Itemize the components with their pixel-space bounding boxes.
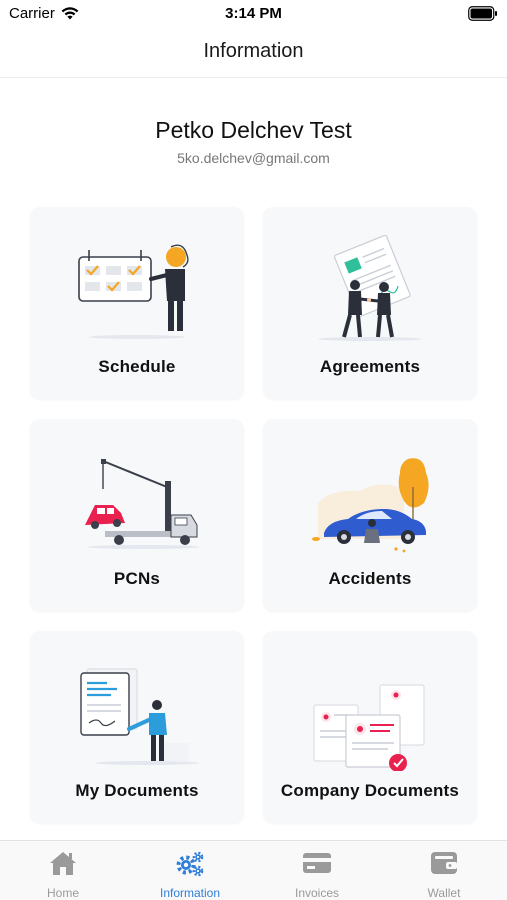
calendar-illustration-icon bbox=[78, 244, 189, 339]
car-accident-illustration-icon bbox=[312, 458, 429, 553]
card-label: Agreements bbox=[319, 357, 421, 376]
page-title: Information bbox=[203, 40, 304, 62]
navigation-bar: Information bbox=[0, 28, 507, 78]
tab-home[interactable]: Home bbox=[0, 841, 126, 900]
tab-label: Wallet bbox=[427, 886, 461, 900]
tab-label: Home bbox=[46, 886, 79, 900]
card-label: My Documents bbox=[75, 781, 199, 800]
status-bar: Carrier 3:14 PM bbox=[0, 0, 507, 28]
tab-bar: Home Information Invoices Wallet bbox=[0, 840, 507, 900]
tab-wallet[interactable]: Wallet bbox=[381, 841, 507, 900]
company-documents-illustration-icon bbox=[313, 684, 425, 771]
gears-icon bbox=[176, 851, 204, 877]
status-time: 3:14 PM bbox=[225, 5, 282, 22]
accidents-card[interactable]: Accidents bbox=[263, 419, 477, 611]
my-documents-card[interactable]: My Documents bbox=[30, 631, 244, 823]
card-icon bbox=[303, 853, 331, 873]
home-icon bbox=[50, 852, 76, 875]
document-signing-illustration-icon bbox=[80, 668, 199, 765]
battery-icon bbox=[468, 6, 497, 21]
tab-invoices[interactable]: Invoices bbox=[254, 841, 380, 900]
tab-information[interactable]: Information bbox=[127, 841, 253, 900]
profile-email: 5ko.delchev@gmail.com bbox=[177, 150, 330, 166]
schedule-card[interactable]: Schedule bbox=[30, 207, 244, 399]
pcns-card[interactable]: PCNs bbox=[30, 419, 244, 611]
tow-truck-illustration-icon bbox=[85, 459, 199, 549]
card-label: Schedule bbox=[98, 357, 176, 376]
wallet-icon bbox=[431, 852, 457, 874]
handshake-illustration-icon bbox=[318, 235, 422, 341]
company-documents-card[interactable]: Company Documents bbox=[263, 631, 477, 823]
tab-label: Invoices bbox=[294, 886, 340, 900]
card-label: Accidents bbox=[328, 569, 412, 588]
profile-name: Petko Delchev Test bbox=[155, 117, 352, 143]
card-label: Company Documents bbox=[280, 781, 460, 800]
agreements-card[interactable]: Agreements bbox=[263, 207, 477, 399]
tab-label: Information bbox=[159, 886, 221, 900]
card-label: PCNs bbox=[113, 569, 161, 588]
